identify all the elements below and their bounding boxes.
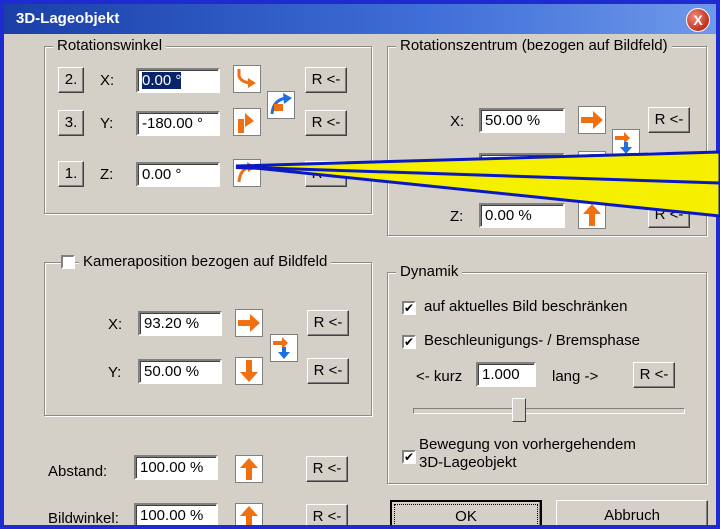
center-y-input[interactable]: 50.00 % — [479, 153, 565, 178]
dynamik-legend: Dynamik — [396, 263, 463, 280]
bildwinkel-arrow-icon[interactable] — [235, 503, 263, 525]
accel-reset-button[interactable]: R <- — [633, 362, 675, 388]
accel-slider-track[interactable] — [413, 408, 685, 414]
rotation-x-label: X: — [100, 72, 115, 89]
restrict-checkbox[interactable]: ✔ — [402, 301, 416, 315]
rotate-y-icon[interactable] — [233, 108, 261, 136]
accel-value-input[interactable]: 1.000 — [476, 362, 536, 387]
center-x-reset-button[interactable]: R <- — [648, 107, 690, 133]
kurz-label: <- kurz — [416, 368, 463, 385]
ok-button[interactable]: OK — [390, 500, 542, 525]
rotate-z-icon[interactable] — [233, 159, 261, 187]
dialog-window: 3D-Lageobjekt X Rotationswinkel 2. X: 0.… — [4, 4, 716, 525]
rotation-order-y-button[interactable]: 3. — [58, 110, 84, 136]
camera-checkbox[interactable] — [61, 255, 75, 269]
center-y-reset-button[interactable]: R <- — [648, 152, 690, 178]
accel-label: Beschleunigungs- / Bremsphase — [424, 332, 640, 349]
abstand-input[interactable]: 100.00 % — [134, 455, 218, 480]
camera-xy-icon[interactable] — [270, 334, 298, 362]
center-x-label: X: — [450, 113, 465, 130]
rotation-x-reset-button[interactable]: R <- — [305, 67, 347, 93]
camera-legend: Kameraposition bezogen auf Bildfeld — [79, 253, 332, 270]
rotation-x-input[interactable]: 0.00 ° — [136, 68, 220, 93]
rotation-z-label: Z: — [100, 166, 114, 183]
camera-y-input[interactable]: 50.00 % — [138, 359, 222, 384]
rotation-z-input[interactable]: 0.00 ° — [136, 162, 220, 187]
center-z-arrow-icon[interactable] — [578, 201, 606, 229]
camera-y-arrow-icon[interactable] — [235, 357, 263, 385]
center-y-arrow-icon[interactable] — [578, 151, 606, 179]
center-x-arrow-icon[interactable] — [578, 106, 606, 134]
lang-label: lang -> — [552, 368, 599, 385]
rotation-z-reset-button[interactable]: R <- — [305, 161, 347, 187]
title-bar[interactable]: 3D-Lageobjekt X — [4, 4, 716, 34]
bildwinkel-input[interactable]: 100.00 % — [134, 503, 218, 525]
window-title: 3D-Lageobjekt — [16, 10, 120, 27]
center-z-input[interactable]: 0.00 % — [479, 203, 565, 228]
center-z-label: Z: — [450, 208, 464, 225]
center-xy-icon[interactable] — [612, 129, 640, 157]
motion-checkbox[interactable]: ✔ — [402, 450, 416, 464]
center-legend: Rotationszentrum (bezogen auf Bildfeld) — [396, 37, 672, 54]
rotate-all-icon[interactable] — [267, 91, 295, 119]
accel-slider-thumb[interactable] — [512, 398, 526, 422]
bildwinkel-label: Bildwinkel: — [48, 510, 119, 525]
abstand-reset-button[interactable]: R <- — [306, 456, 348, 482]
camera-group: Kameraposition bezogen auf Bildfeld — [44, 253, 372, 416]
rotation-order-x-button[interactable]: 2. — [58, 67, 84, 93]
cancel-button[interactable]: Abbruch — [556, 500, 708, 525]
center-x-input[interactable]: 50.00 % — [479, 108, 565, 133]
rotate-x-icon[interactable] — [233, 65, 261, 93]
camera-x-label: X: — [108, 316, 123, 333]
rotation-legend: Rotationswinkel — [53, 37, 167, 54]
accel-checkbox[interactable]: ✔ — [402, 335, 416, 349]
camera-y-reset-button[interactable]: R <- — [307, 358, 349, 384]
camera-x-input[interactable]: 93.20 % — [138, 311, 222, 336]
center-z-reset-button[interactable]: R <- — [648, 202, 690, 228]
motion-label-line2: 3D-Lageobjekt — [419, 454, 517, 471]
camera-y-label: Y: — [108, 364, 122, 381]
camera-x-arrow-icon[interactable] — [235, 309, 263, 337]
restrict-label: auf aktuelles Bild beschränken — [424, 298, 628, 315]
close-icon[interactable]: X — [686, 8, 710, 32]
bildwinkel-reset-button[interactable]: R <- — [306, 504, 348, 525]
camera-x-reset-button[interactable]: R <- — [307, 310, 349, 336]
abstand-label: Abstand: — [48, 463, 108, 480]
motion-label-line1: Bewegung von vorhergehendem — [419, 436, 636, 453]
center-y-label: Y: — [450, 158, 464, 175]
rotation-y-reset-button[interactable]: R <- — [305, 110, 347, 136]
abstand-arrow-icon[interactable] — [235, 455, 263, 483]
rotation-y-label: Y: — [100, 115, 114, 132]
rotation-order-z-button[interactable]: 1. — [58, 161, 84, 187]
rotation-y-input[interactable]: -180.00 ° — [136, 111, 220, 136]
